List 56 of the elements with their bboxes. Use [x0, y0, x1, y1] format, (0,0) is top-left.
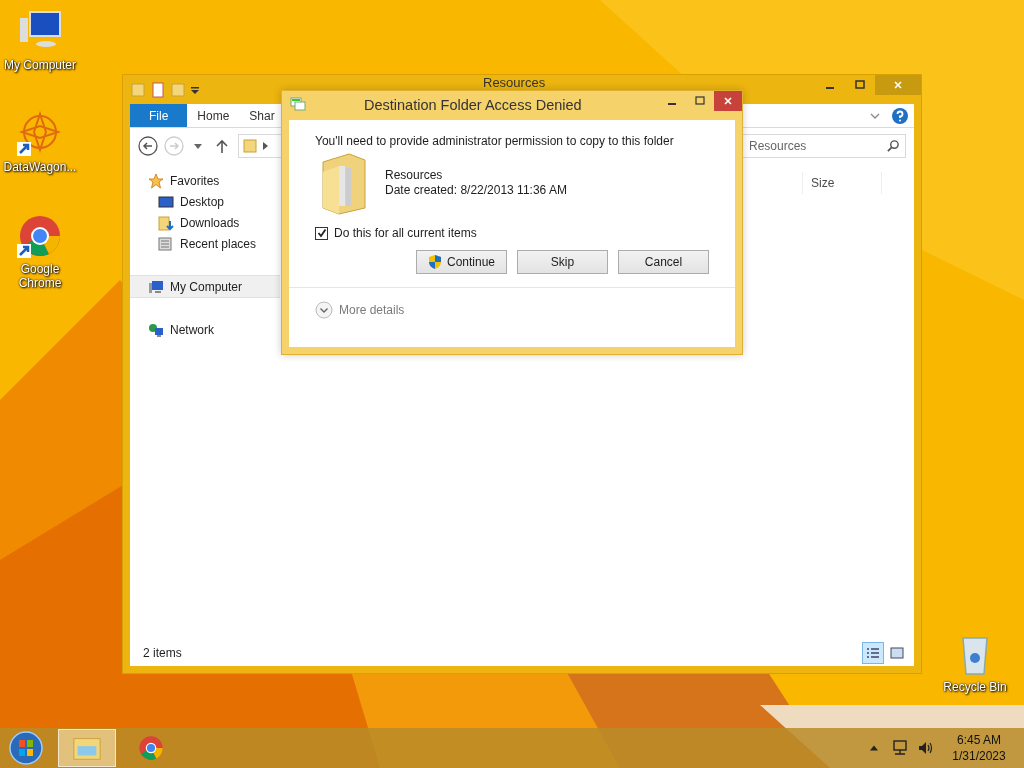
nav-item[interactable]: Downloads	[130, 212, 280, 233]
dropdown-arrow-icon[interactable]	[191, 85, 199, 94]
folder-icon	[243, 138, 257, 154]
ribbon-tab[interactable]: File	[130, 104, 188, 127]
folder-name: Resources	[385, 168, 444, 183]
details-view-button[interactable]	[862, 642, 884, 664]
nav-item[interactable]: Desktop	[130, 191, 280, 212]
search-field[interactable]: Resources	[742, 134, 906, 158]
nav-item[interactable]: Network	[130, 319, 280, 340]
folder-icon	[319, 152, 369, 216]
dialog-button[interactable]: Skip	[517, 250, 608, 274]
dialog-title: Destination Folder Access Denied	[364, 97, 582, 113]
computer-icon	[148, 278, 164, 295]
back-button[interactable]	[138, 136, 158, 156]
dialog-button[interactable]: Continue	[416, 250, 507, 274]
help-icon[interactable]	[892, 107, 908, 124]
close-button[interactable]	[714, 91, 742, 111]
date-created: Date created: 8/22/2013 11:36 AM	[385, 183, 567, 198]
start-button[interactable]	[8, 730, 44, 766]
maximize-icon[interactable]	[695, 96, 705, 106]
chevron-right-icon[interactable]	[263, 142, 268, 150]
clock-time[interactable]: 6:45 AM	[957, 732, 1001, 748]
network-icon	[148, 321, 164, 338]
show-hidden-icons-arrow[interactable]	[870, 745, 878, 751]
more-details-toggle[interactable]: More details	[289, 288, 405, 332]
clock-date[interactable]: 1/31/2023	[952, 748, 1006, 764]
document-icon[interactable]	[151, 81, 165, 98]
column-header[interactable]: Size	[802, 172, 882, 194]
status-text: 2 items	[143, 646, 182, 660]
document-list-icon	[158, 235, 174, 252]
nav-item[interactable]: Recent places	[130, 233, 280, 254]
download-folder-icon	[158, 214, 174, 231]
up-arrow-icon[interactable]	[216, 139, 228, 153]
star-icon	[148, 172, 164, 189]
message-text: You'll need to provide administrator permission to copy to this folder	[315, 134, 675, 148]
dialog-button[interactable]: Cancel	[618, 250, 709, 274]
image-icon[interactable]	[890, 647, 904, 659]
volume-icon[interactable]	[918, 740, 934, 756]
list-icon[interactable]	[866, 647, 880, 659]
checkbox-label[interactable]: Do this for all current items	[334, 226, 477, 240]
chevron-down-icon[interactable]	[870, 112, 880, 119]
nav-item[interactable]: My Computer	[130, 275, 280, 298]
nav-item[interactable]: Favorites	[130, 170, 280, 191]
ribbon-tab[interactable]: Shar	[239, 104, 285, 127]
copy-icon	[290, 97, 306, 111]
close-icon[interactable]	[723, 96, 733, 106]
window-title: Resources	[483, 76, 546, 90]
search-icon[interactable]	[887, 139, 900, 152]
maximize-icon[interactable]	[855, 80, 865, 90]
chevron-circle-icon[interactable]	[315, 301, 333, 319]
caret-icon[interactable]	[194, 143, 202, 149]
monitor-icon	[158, 193, 174, 210]
network-icon[interactable]	[892, 740, 908, 756]
ribbon-tab[interactable]: Home	[187, 104, 240, 127]
chrome-icon[interactable]	[136, 734, 166, 762]
close-icon[interactable]	[893, 80, 903, 90]
